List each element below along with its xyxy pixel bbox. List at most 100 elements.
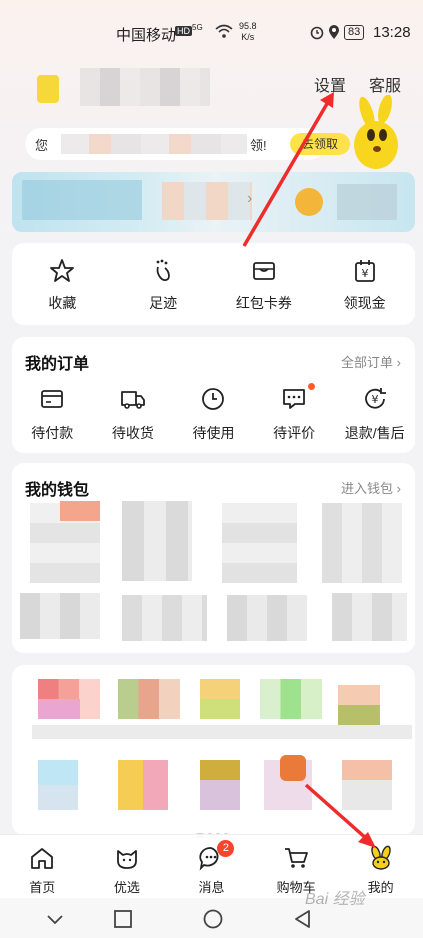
wallet-card: 我的钱包 进入钱包 › xyxy=(12,463,415,653)
order-label: 待收货 xyxy=(111,425,154,441)
svg-text:¥: ¥ xyxy=(361,267,368,280)
clock-icon xyxy=(202,388,225,410)
service-item-blurred[interactable] xyxy=(260,679,322,719)
chevron-right-icon: › xyxy=(247,190,253,207)
tab-label: 优选 xyxy=(113,880,140,895)
wallet-item-blurred[interactable] xyxy=(20,593,100,639)
order-pending-receipt[interactable]: 待收货 xyxy=(93,385,174,443)
notification-dot xyxy=(308,383,316,390)
wallet-item-blurred[interactable] xyxy=(332,593,407,641)
orders-title: 我的订单 xyxy=(25,356,90,373)
service-item-blurred[interactable] xyxy=(200,679,240,719)
service-item-blurred-accent xyxy=(38,699,80,719)
watermark: Bai 经验 xyxy=(305,891,365,908)
wallet-item-blurred-accent xyxy=(60,501,100,521)
order-label: 待使用 xyxy=(192,425,235,441)
quick-link-footprints[interactable]: 足迹 xyxy=(113,257,214,313)
battery-indicator: 83 xyxy=(344,25,365,40)
comment-icon xyxy=(283,389,305,409)
home-button-icon[interactable] xyxy=(202,908,224,930)
back-button-icon[interactable] xyxy=(292,908,314,930)
orders-card: 我的订单 全部订单 › 待付款 待收货 待使用 待评价 ¥ 退款/售后 xyxy=(12,337,415,453)
fox-mascot-icon xyxy=(280,755,306,781)
tab-label: 我的 xyxy=(367,880,394,895)
recents-button-icon[interactable] xyxy=(112,908,134,930)
quick-link-label: 红包卡券 xyxy=(235,295,292,311)
tab-home[interactable]: 首页 xyxy=(0,835,85,898)
order-refund[interactable]: ¥ 退款/售后 xyxy=(334,385,415,443)
coupon-suffix: 领! xyxy=(250,138,267,153)
service-labels-blurred xyxy=(32,725,412,739)
cat-face-icon xyxy=(116,850,137,869)
alarm-icon xyxy=(310,26,324,40)
services-card xyxy=(12,665,415,835)
quick-link-label: 收藏 xyxy=(48,295,77,311)
quick-link-coupons[interactable]: 红包卡券 xyxy=(214,257,315,313)
settings-link[interactable]: 设置 xyxy=(314,72,346,96)
refund-icon: ¥ xyxy=(364,388,386,409)
claim-coupon-button[interactable]: 去领取 xyxy=(290,133,350,155)
status-bar: 中国移动 HD 5G 95.8 K/s 83 13:28 xyxy=(0,0,423,60)
quick-link-cash[interactable]: ¥ 领现金 xyxy=(314,257,415,313)
home-icon xyxy=(31,848,54,869)
banner-blurred-left xyxy=(22,180,142,220)
member-banner[interactable]: › xyxy=(12,172,415,232)
tab-label: 首页 xyxy=(29,880,56,895)
coupon-promo-bar[interactable]: 您 领! 去领取 xyxy=(25,128,350,160)
net-speed: 95.8 K/s xyxy=(239,21,257,42)
banner-blurred-right xyxy=(337,184,397,220)
vip-badge-icon xyxy=(295,188,323,216)
cash-calendar-icon: ¥ xyxy=(354,260,375,282)
tab-featured[interactable]: 优选 xyxy=(85,835,170,898)
order-label: 退款/售后 xyxy=(344,425,405,441)
wifi-icon xyxy=(215,24,233,38)
service-item-blurred[interactable] xyxy=(118,679,180,719)
truck-icon xyxy=(120,391,145,409)
wallet-title: 我的钱包 xyxy=(25,482,90,499)
clock: 13:28 xyxy=(373,24,411,41)
screen: 中国移动 HD 5G 95.8 K/s 83 13:28 设置 客服 您 领! … xyxy=(0,0,423,938)
tab-messages[interactable]: 2 消息 xyxy=(169,835,254,898)
service-link[interactable]: 客服 xyxy=(369,72,401,96)
quick-link-favorites[interactable]: 收藏 xyxy=(12,257,113,313)
order-pending-review[interactable]: 待评价 xyxy=(254,383,335,443)
avatar[interactable] xyxy=(37,75,59,103)
wallet-item-blurred[interactable] xyxy=(227,595,307,641)
quick-link-label: 领现金 xyxy=(343,295,386,311)
coupon-prefix: 您 xyxy=(35,138,49,153)
enter-wallet-link[interactable]: 进入钱包 › xyxy=(341,478,401,497)
card-icon xyxy=(41,390,64,408)
wallet-item-blurred[interactable] xyxy=(122,595,207,641)
wallet-item-blurred[interactable] xyxy=(122,501,192,581)
mascot-icon xyxy=(354,95,398,169)
svg-text:¥: ¥ xyxy=(371,393,378,406)
footprint-icon xyxy=(156,259,170,281)
all-orders-link[interactable]: 全部订单 › xyxy=(341,352,401,371)
service-item-blurred[interactable] xyxy=(118,760,168,810)
service-item-blurred[interactable] xyxy=(338,685,380,725)
location-icon xyxy=(329,25,339,39)
service-item-blurred[interactable] xyxy=(38,760,78,810)
hide-nav-icon[interactable] xyxy=(44,908,66,930)
service-item-blurred[interactable] xyxy=(342,760,392,810)
banner-blurred-middle xyxy=(162,182,252,220)
tab-label: 消息 xyxy=(198,880,225,895)
wallet-item-blurred[interactable] xyxy=(222,503,297,583)
unread-badge: 2 xyxy=(217,840,235,857)
order-pending-use[interactable]: 待使用 xyxy=(173,385,254,443)
cart-icon xyxy=(285,848,308,868)
ticket-icon xyxy=(252,262,275,280)
order-pending-payment[interactable]: 待付款 xyxy=(12,385,93,443)
carrier-label: 中国移动 xyxy=(116,27,177,44)
hd-badge: HD xyxy=(175,26,192,36)
star-icon xyxy=(50,259,75,282)
coupon-text-blurred xyxy=(61,134,247,154)
quick-link-label: 足迹 xyxy=(149,295,178,311)
service-item-blurred[interactable] xyxy=(200,760,240,810)
profile-mascot-icon xyxy=(370,845,391,870)
quick-links-card: 收藏 足迹 红包卡券 ¥ 领现金 xyxy=(12,243,415,325)
wallet-item-blurred[interactable] xyxy=(322,503,402,583)
order-label: 待评价 xyxy=(273,425,316,441)
signal-icon: 5G xyxy=(192,23,203,32)
order-label: 待付款 xyxy=(31,425,74,441)
